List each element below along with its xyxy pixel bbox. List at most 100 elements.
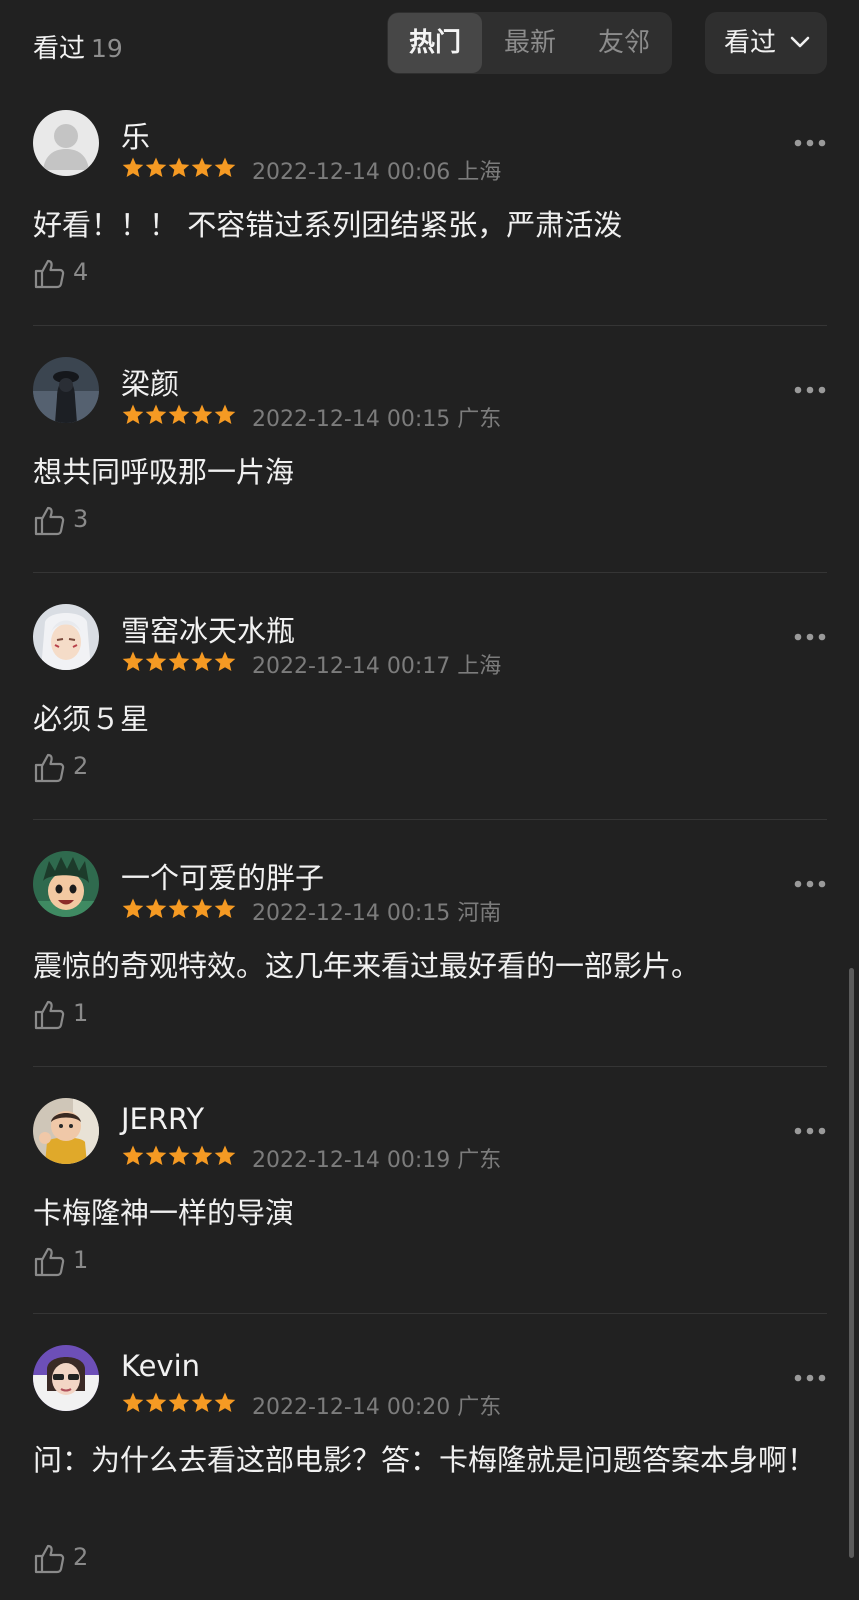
comment-date: 2022-12-14 00:15 [252,901,451,926]
star-rating [121,1391,236,1415]
star-icon [122,898,144,918]
username[interactable]: 一个可爱的胖子 [121,855,324,897]
like-count: 4 [73,258,89,286]
username[interactable]: 雪窑冰天水瓶 [121,608,295,650]
tab-latest[interactable]: 最新 [483,12,577,74]
star-icon [191,1145,213,1165]
star-rating [121,403,236,427]
like-count: 3 [73,505,89,533]
star-icon [214,157,236,177]
avatar[interactable] [33,110,99,176]
star-icon [122,404,144,424]
star-icon [191,157,213,177]
username[interactable]: 梁颜 [121,361,179,403]
star-icon [214,651,236,671]
thumbs-up-icon [34,506,65,536]
comment-text: 好看！！！ 不容错过系列团结紧张，严肃活泼 [33,208,623,242]
status-filter-label: 看过 [724,28,777,58]
star-icon [214,1392,236,1412]
divider [33,1066,827,1067]
username[interactable]: JERRY [121,1102,204,1136]
star-icon [191,1392,213,1412]
seen-title: 看过 19 [33,28,123,65]
star-icon [122,1392,144,1412]
thumbs-up-icon [34,259,65,289]
star-icon [168,651,190,671]
like-count: 1 [73,999,89,1027]
star-icon [122,651,144,671]
star-icon [145,898,167,918]
comment-text: 震惊的奇观特效。这几年来看过最好看的一部影片。 [33,949,701,983]
star-icon [145,1392,167,1412]
comments-page: 看过 19 热门 最新 友邻 看过 乐 2022-12-14 00:06 上海 好看… [0,0,859,1600]
avatar[interactable] [33,604,99,670]
comment-item: 梁颜 2022-12-14 00:15 广东 想共同呼吸那一片海 3 [0,357,830,573]
star-icon [122,157,144,177]
comment-text: 必须５星 [33,702,150,736]
more-horizontal-icon[interactable] [793,385,827,395]
comments-header: 看过 19 热门 最新 友邻 看过 [0,0,859,90]
star-icon [145,404,167,424]
star-icon [191,651,213,671]
star-icon [191,898,213,918]
comment-date: 2022-12-14 00:20 [252,1395,451,1420]
star-rating [121,897,236,921]
status-filter-dropdown[interactable]: 看过 [705,12,827,74]
comment-item: 乐 2022-12-14 00:06 上海 好看！！！ 不容错过系列团结紧张，严肃… [0,110,830,326]
tab-hot[interactable]: 热门 [388,13,482,73]
more-horizontal-icon[interactable] [793,632,827,642]
comment-meta: 2022-12-14 00:20 广东 [252,1389,501,1421]
divider [33,325,827,326]
chevron-down-icon [790,36,810,48]
thumbs-up-icon [34,1544,65,1574]
star-icon [168,1145,190,1165]
comment-date: 2022-12-14 00:19 [252,1148,451,1173]
star-icon [145,157,167,177]
star-icon [145,651,167,671]
comment-meta: 2022-12-14 00:15 河南 [252,895,501,927]
avatar[interactable] [33,1345,99,1411]
more-horizontal-icon[interactable] [793,138,827,148]
star-rating [121,156,236,180]
comment-meta: 2022-12-14 00:17 上海 [252,648,501,680]
comment-location: 广东 [457,407,502,432]
thumbs-up-icon [34,753,65,783]
thumbs-up-icon [34,1247,65,1277]
comment-date: 2022-12-14 00:06 [252,160,451,185]
star-icon [145,1145,167,1165]
comment-item: 一个可爱的胖子 2022-12-14 00:15 河南 震惊的奇观特效。这几年来看… [0,851,830,1067]
seen-title-label: 看过 [33,34,86,64]
seen-count: 19 [91,34,123,63]
star-icon [168,898,190,918]
username[interactable]: 乐 [121,114,150,156]
comment-location: 上海 [457,160,502,185]
avatar[interactable] [33,1098,99,1164]
star-icon [168,404,190,424]
comment-location: 河南 [457,901,502,926]
avatar[interactable] [33,851,99,917]
more-horizontal-icon[interactable] [793,879,827,889]
comment-item: 雪窑冰天水瓶 2022-12-14 00:17 上海 必须５星 2 [0,604,830,820]
like-count: 1 [73,1246,89,1274]
divider [33,819,827,820]
star-icon [214,898,236,918]
star-icon [214,404,236,424]
star-icon [191,404,213,424]
comment-text: 卡梅隆神一样的导演 [33,1196,295,1230]
comment-meta: 2022-12-14 00:06 上海 [252,154,501,186]
comment-text: 问：为什么去看这部电影？答：卡梅隆就是问题答案本身啊！ [33,1443,817,1477]
comment-text: 想共同呼吸那一片海 [33,455,295,489]
star-icon [168,157,190,177]
avatar[interactable] [33,357,99,423]
like-count: 2 [73,1543,89,1571]
star-icon [168,1392,190,1412]
more-horizontal-icon[interactable] [793,1373,827,1383]
scrollbar[interactable] [849,968,854,1558]
comment-date: 2022-12-14 00:17 [252,654,451,679]
more-horizontal-icon[interactable] [793,1126,827,1136]
star-icon [122,1145,144,1165]
username[interactable]: Kevin [121,1349,200,1383]
tab-friends[interactable]: 友邻 [577,12,671,74]
comment-location: 上海 [457,654,502,679]
thumbs-up-icon [34,1000,65,1030]
